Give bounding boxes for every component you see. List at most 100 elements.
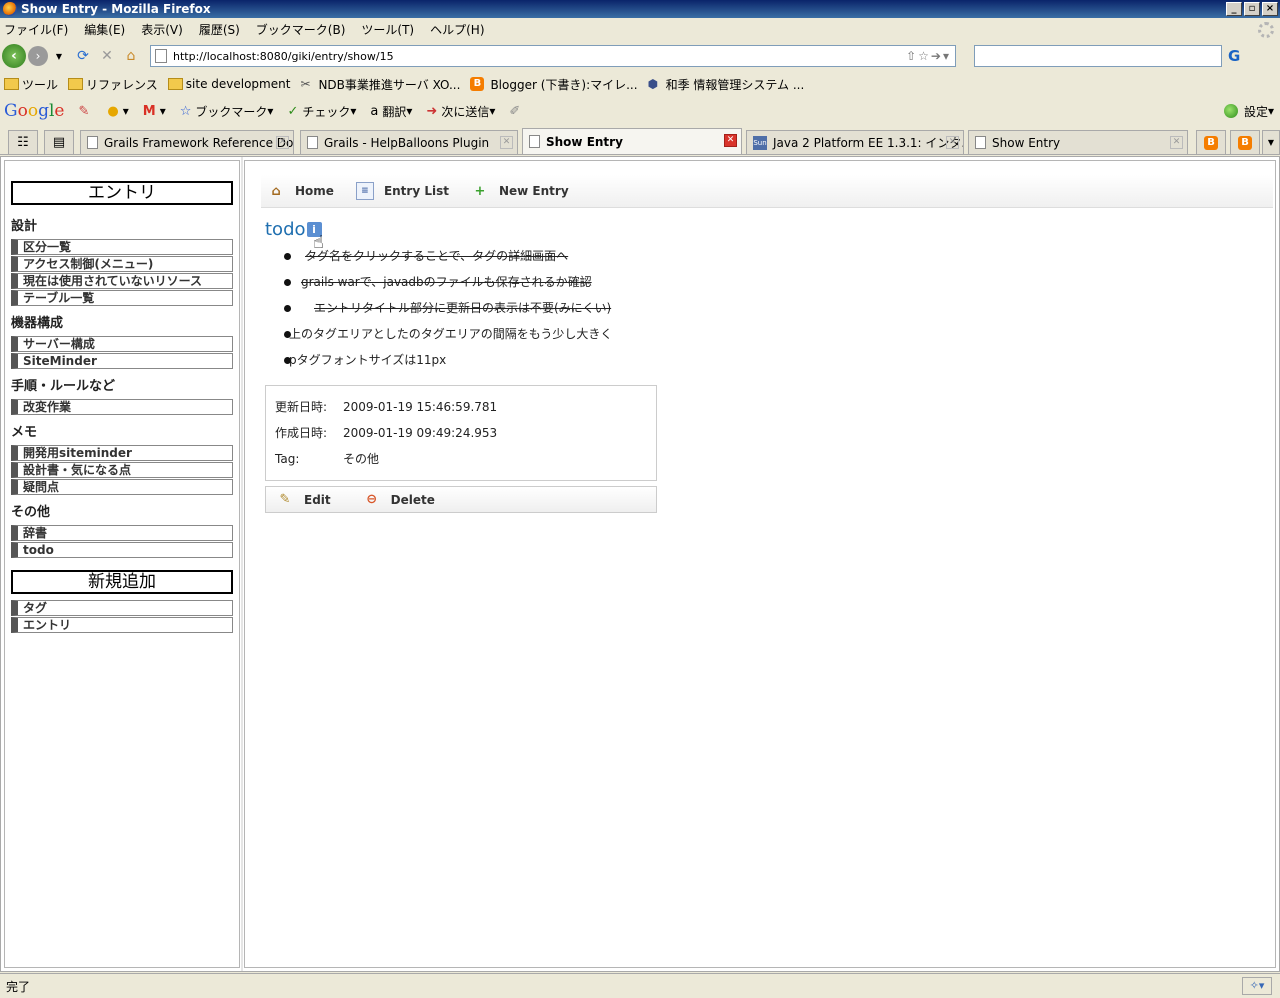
page-icon — [87, 136, 98, 149]
minimize-button[interactable]: _ — [1226, 2, 1242, 16]
bookmark-ndb-server[interactable]: ✂ NDB事業推進サーバ XO... — [300, 76, 460, 93]
gtb-notebook-icon[interactable]: ✎ — [78, 104, 93, 119]
bookmark-tools[interactable]: ツール — [4, 76, 58, 93]
window-title: Show Entry - Mozilla Firefox — [21, 2, 211, 16]
sidebar-new-tag-link[interactable]: タグ — [11, 600, 233, 616]
sidebar-link[interactable]: 現在は使用されていないリソース — [11, 273, 233, 289]
history-dropdown-icon[interactable]: ▼ — [48, 45, 70, 67]
menu-help[interactable]: ヘルプ(H) — [430, 21, 484, 38]
url-bar[interactable]: http://localhost:8080/giki/entry/show/15… — [150, 45, 956, 67]
gtb-check-label: チェック — [302, 104, 351, 119]
tab-list-icon[interactable]: ▤ — [44, 130, 74, 154]
bookmark-label: リファレンス — [86, 77, 158, 92]
close-tab-icon[interactable]: ✕ — [724, 134, 737, 147]
menu-file[interactable]: ファイル(F) — [4, 21, 68, 38]
tab-grails-reference[interactable]: Grails Framework Reference Do... ✕ — [80, 130, 294, 154]
sidebar-link[interactable]: 設計書・気になる点 — [11, 462, 233, 478]
bookmark-reference[interactable]: リファレンス — [68, 76, 158, 93]
google-search-icon[interactable]: G — [1228, 47, 1240, 65]
search-input[interactable] — [974, 45, 1222, 67]
gtb-check-button[interactable]: ✓ チェック ▾ — [287, 103, 356, 120]
menu-history[interactable]: 履歴(S) — [199, 21, 240, 38]
window-titlebar: Show Entry - Mozilla Firefox _ ▫ × — [0, 0, 1280, 18]
maximize-button[interactable]: ▫ — [1244, 2, 1260, 16]
url-tools-icon[interactable]: ⇧☆➔▾ — [906, 49, 955, 63]
tab-list-dropdown-icon[interactable]: ▼ — [1262, 130, 1280, 154]
gtb-settings-button[interactable]: 設定 ▾ — [1223, 103, 1274, 120]
forward-button[interactable]: › — [28, 46, 48, 66]
bookmark-label: site development — [185, 77, 291, 91]
tag-value[interactable]: その他 — [343, 446, 379, 472]
sidebar-link[interactable]: アクセス制御(メニュー) — [11, 256, 233, 272]
sidebar-link[interactable]: 疑問点 — [11, 479, 233, 495]
home-icon[interactable]: ⌂ — [120, 45, 142, 67]
sidebar-link[interactable]: 区分一覧 — [11, 239, 233, 255]
folder-icon — [167, 78, 183, 90]
menu-bookmarks[interactable]: ブックマーク(B) — [256, 21, 346, 38]
menu-tools[interactable]: ツール(T) — [361, 21, 414, 38]
url-text[interactable]: http://localhost:8080/giki/entry/show/15 — [173, 50, 394, 63]
system-icon: ⬢ — [647, 77, 659, 91]
gtb-gmail-icon[interactable]: M ▾ — [143, 104, 166, 119]
sidebar-category-design: 設計 — [11, 219, 38, 234]
sidebar-link[interactable]: 改変作業 — [11, 399, 233, 415]
blogger-tab-icon-2[interactable]: B — [1230, 130, 1260, 154]
tab-show-entry-active[interactable]: Show Entry ✕ — [522, 128, 742, 154]
close-tab-icon[interactable]: ✕ — [946, 136, 959, 149]
sun-icon: Sun — [753, 135, 767, 150]
close-tab-icon[interactable]: ✕ — [500, 136, 513, 149]
status-bar: 完了 ✧▾ — [0, 973, 1280, 998]
entry-list-link[interactable]: ≡ Entry List — [355, 182, 449, 200]
tab-label: Show Entry — [992, 135, 1061, 150]
gtb-translate-button[interactable]: a 翻訳 ▾ — [370, 103, 412, 120]
google-logo[interactable]: Google — [4, 101, 64, 121]
bookmark-info-system[interactable]: ⬢ 和季 情報管理システム ... — [648, 76, 805, 93]
bookmark-site-development[interactable]: site development — [167, 77, 291, 91]
close-window-button[interactable]: × — [1262, 2, 1278, 16]
firefox-icon — [3, 2, 17, 16]
new-entry-label: New Entry — [498, 184, 569, 198]
sidebar-link[interactable]: SiteMinder — [11, 353, 233, 369]
tab-tool-icon[interactable]: ☷ — [8, 130, 38, 154]
tag-row: Tag: その他 — [275, 446, 656, 472]
gtb-pen-icon[interactable]: ✐ — [509, 104, 524, 119]
delete-button[interactable]: ⊖ Delete — [363, 491, 435, 509]
new-entry-link[interactable]: + New Entry — [471, 182, 569, 200]
sidebar-link[interactable]: サーバー構成 — [11, 336, 233, 352]
todo-item: pタグフォントサイズは11px — [283, 347, 612, 373]
sidebar-new-entry-link[interactable]: エントリ — [11, 617, 233, 633]
gtb-send-button[interactable]: ➜ 次に送信 ▾ — [426, 103, 495, 120]
sidebar-link[interactable]: todo — [11, 542, 233, 558]
page-content: エントリ 設計 区分一覧 アクセス制御(メニュー) 現在は使用されていないリソー… — [0, 156, 1280, 972]
tab-java-ee[interactable]: Sun Java 2 Platform EE 1.3.1: インタ... ✕ — [746, 130, 964, 154]
gtb-sites-icon[interactable]: ● ▾ — [107, 104, 128, 119]
sidebar-link[interactable]: 辞書 — [11, 525, 233, 541]
bookmark-label: Blogger (下書き):マイレ... — [490, 77, 638, 92]
tag-label: Tag: — [275, 452, 300, 466]
window-controls: _ ▫ × — [1226, 2, 1278, 16]
menu-view[interactable]: 表示(V) — [141, 21, 183, 38]
close-tab-icon[interactable]: ✕ — [276, 136, 289, 149]
menu-edit[interactable]: 編集(E) — [84, 21, 125, 38]
reload-icon[interactable]: ⟳ — [72, 45, 94, 67]
tab-show-entry[interactable]: Show Entry ✕ — [968, 130, 1188, 154]
back-button[interactable]: ‹ — [2, 44, 26, 68]
tab-helpballoons[interactable]: Grails - HelpBalloons Plugin ✕ — [300, 130, 518, 154]
google-toolbar: Google ✎ ● ▾ M ▾ ☆ ブックマーク ▾ ✓ チェック ▾ a 翻訳 ▾ ➜ 次に送… — [0, 97, 1280, 125]
blogger-icon: B — [470, 77, 485, 91]
page-icon — [975, 136, 986, 149]
blogger-tab-icon[interactable]: B — [1196, 130, 1226, 154]
home-link[interactable]: ⌂ Home — [267, 182, 334, 200]
sidebar-link[interactable]: テーブル一覧 — [11, 290, 233, 306]
stop-icon[interactable]: ✕ — [96, 45, 118, 67]
status-addon-icon[interactable]: ✧▾ — [1242, 977, 1272, 995]
close-tab-icon[interactable]: ✕ — [1170, 136, 1183, 149]
sidebar-link[interactable]: 開発用siteminder — [11, 445, 233, 461]
gtb-send-label: 次に送信 — [441, 104, 490, 119]
entry-list-label: Entry List — [383, 184, 449, 198]
gtb-bookmarks-button[interactable]: ☆ ブックマーク ▾ — [180, 103, 274, 120]
edit-button[interactable]: ✎ Edit — [276, 491, 331, 509]
updated-label: 更新日時: — [275, 400, 328, 414]
tab-bar: ☷ ▤ Grails Framework Reference Do... ✕ G… — [0, 127, 1280, 155]
bookmark-blogger[interactable]: B Blogger (下書き):マイレ... — [470, 76, 638, 93]
